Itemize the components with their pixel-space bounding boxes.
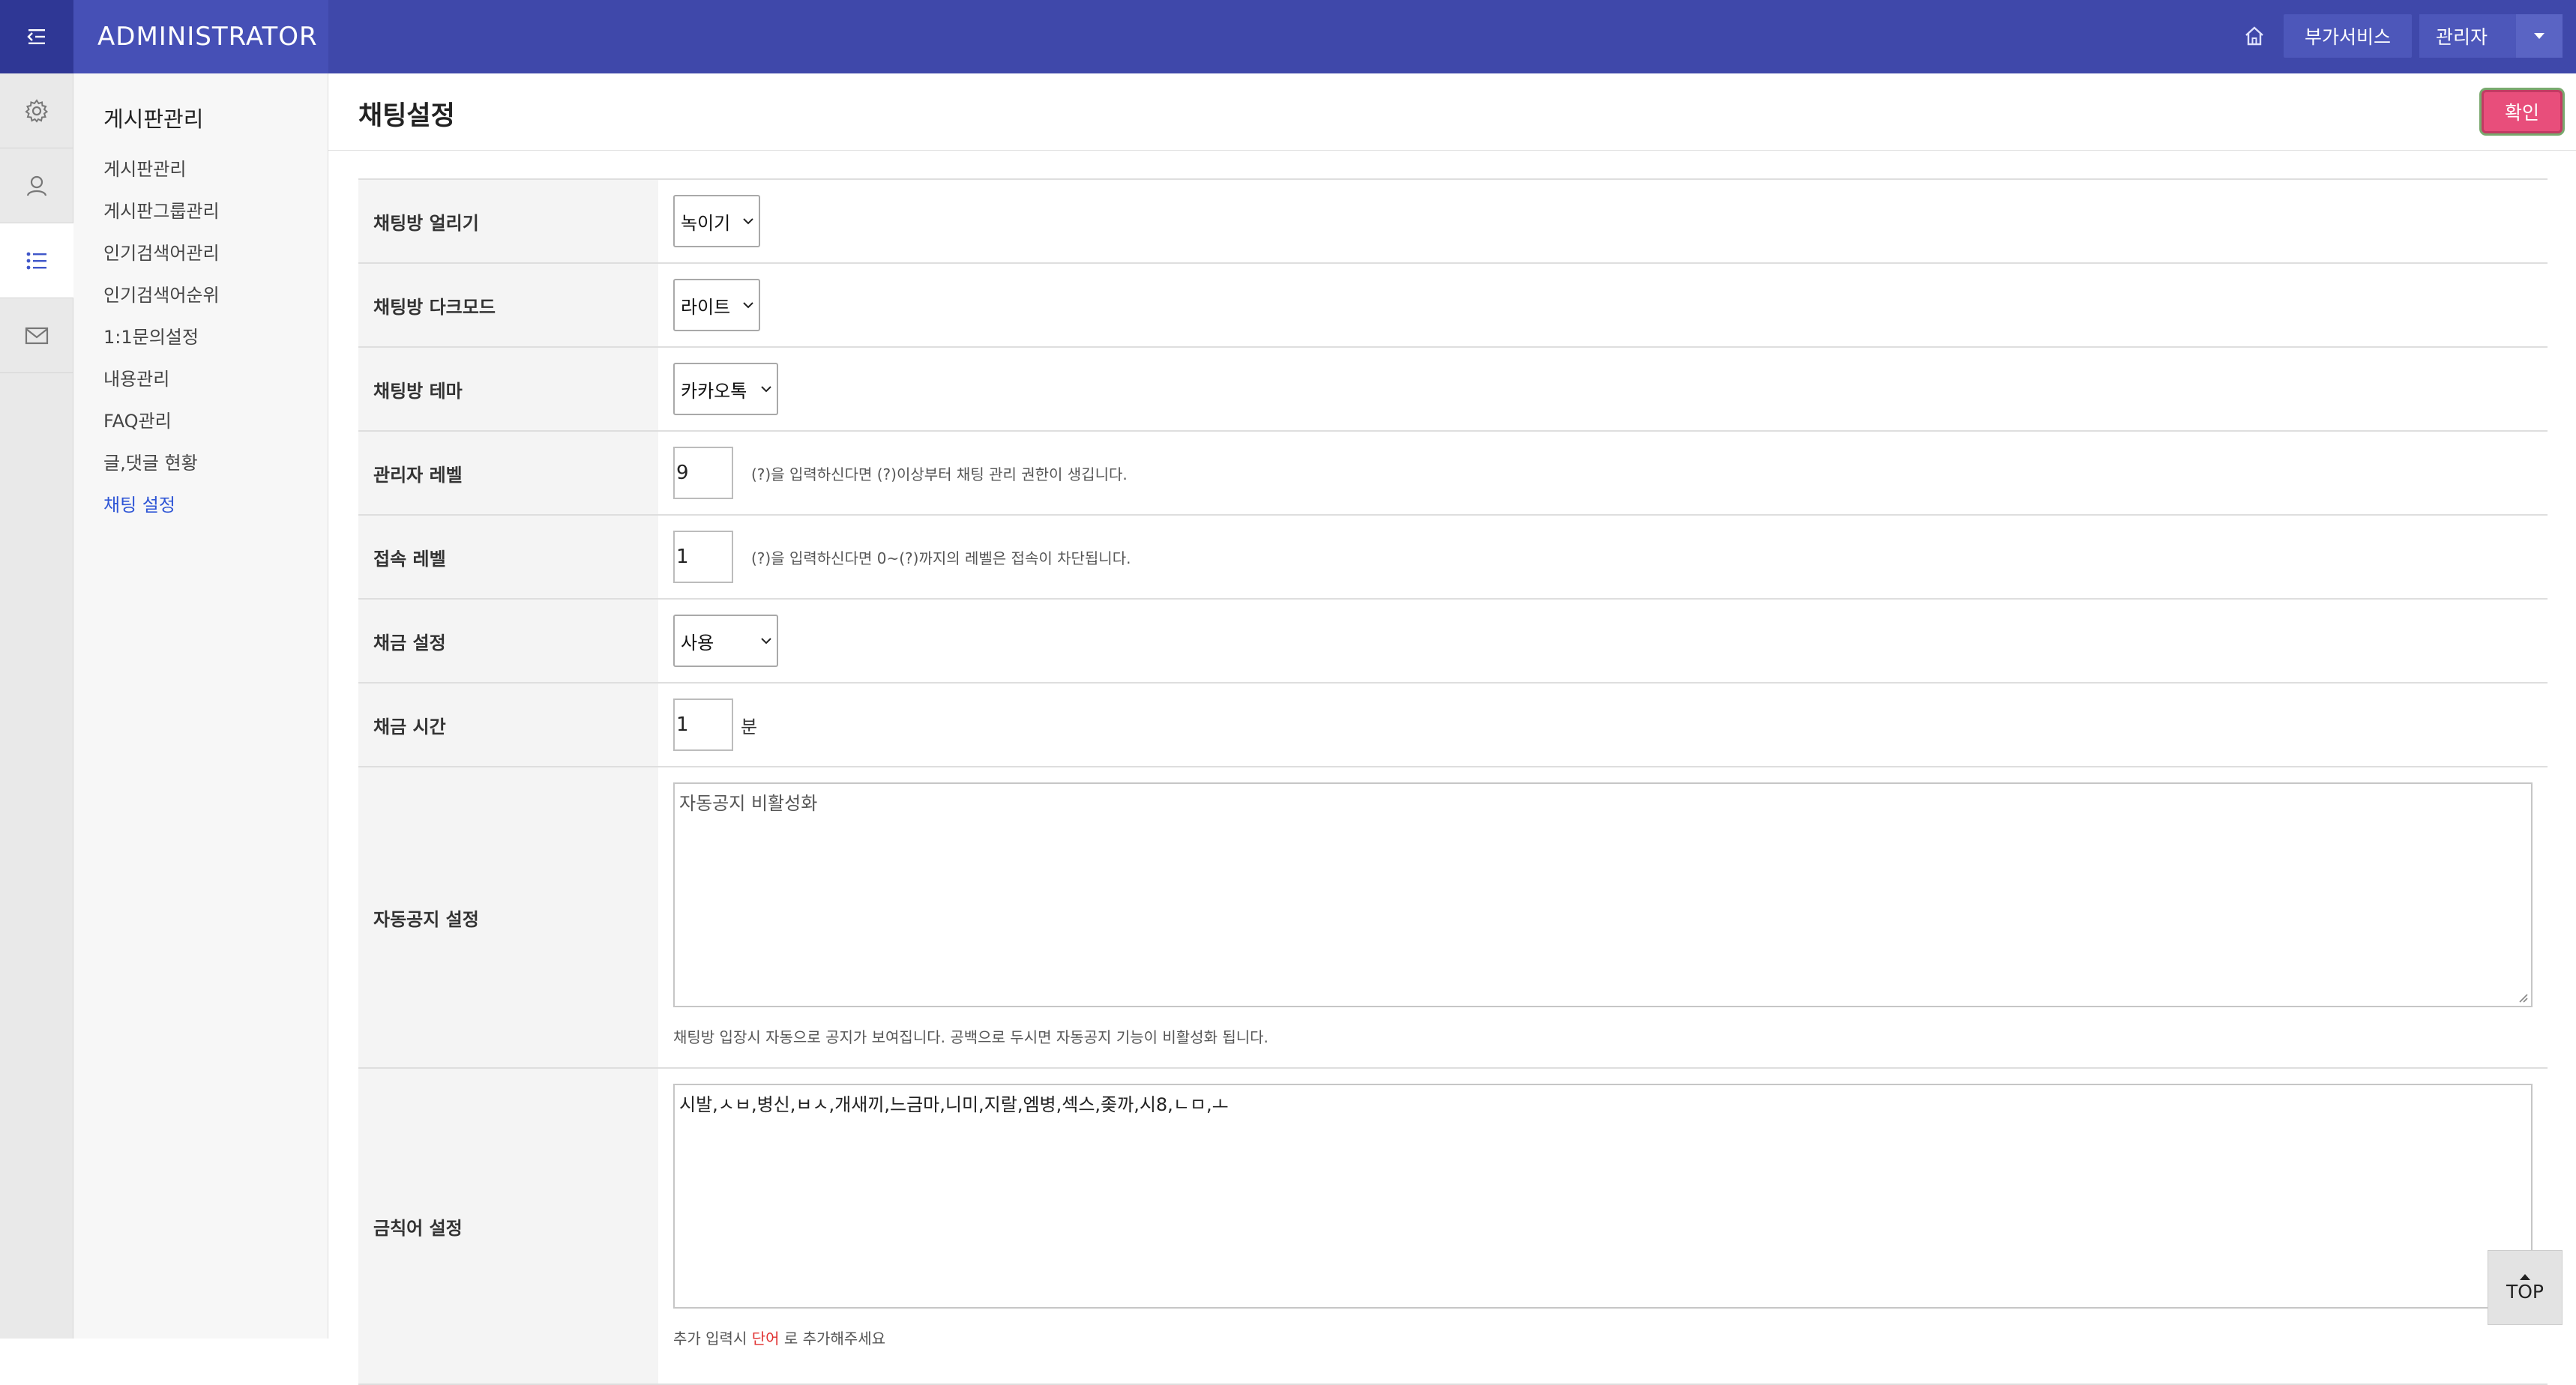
freeze-select-value: 녹이기: [681, 212, 731, 234]
row-theme: 채팅방 테마 카카오톡: [358, 348, 2548, 432]
badword-note-post: 로 추가해주세요: [783, 1330, 886, 1348]
addon-service-button[interactable]: 부가서비스: [2283, 14, 2412, 58]
badword-note-emphasis: 단어: [751, 1330, 780, 1348]
caret-down-icon: [2534, 33, 2545, 39]
dark-mode-select[interactable]: 라이트: [673, 279, 760, 331]
theme-select[interactable]: 카카오톡: [673, 363, 778, 415]
rail-item-members[interactable]: [0, 148, 73, 223]
row-ban-time: 채금 시간 1 분: [358, 684, 2548, 767]
menu-toggle-button[interactable]: [0, 0, 73, 73]
ban-setting-select[interactable]: 사용: [673, 615, 778, 667]
ban-time-unit: 분: [741, 716, 758, 737]
home-button[interactable]: [2233, 14, 2276, 58]
submenu-item-board[interactable]: 게시판관리: [103, 148, 328, 190]
top-right-controls: 부가서비스 관리자: [2233, 13, 2563, 58]
auto-notice-note: 채팅방 입장시 자동으로 공지가 보여집니다. 공백으로 두시면 자동공지 기능…: [673, 1028, 1269, 1046]
main-content: 채팅설정 확인 채팅방 얼리기 녹이기 채팅방 다크모드 라이트 채팅방 테마 …: [328, 73, 2576, 1385]
row-auto-notice: 자동공지 설정 자동공지 비활성화 채팅방 입장시 자동으로 공지가 보여집니다…: [358, 767, 2548, 1069]
mail-icon: [25, 327, 49, 344]
label-badword: 금칙어 설정: [358, 1069, 658, 1384]
label-ban-time: 채금 시간: [358, 684, 658, 766]
label-access-level: 접속 레벨: [358, 516, 658, 598]
badword-note: 추가 입력시 단어 로 추가해주세요: [673, 1327, 2533, 1348]
user-icon: [26, 175, 47, 196]
auto-notice-text: 자동공지 비활성화: [679, 793, 818, 814]
row-badword: 금칙어 설정 시발,ㅅㅂ,병신,ㅂㅅ,개새끼,느금마,니미,지랄,엠병,섹스,좆…: [358, 1069, 2548, 1385]
chevron-down-icon: [761, 638, 771, 645]
chevron-down-icon: [743, 218, 753, 225]
submenu-item-chat-settings[interactable]: 채팅 설정: [103, 484, 328, 526]
top-bar: ADMINISTRATOR 부가서비스 관리자: [0, 0, 2576, 73]
rail-item-mail[interactable]: [0, 298, 73, 373]
scroll-top-label: TOP: [2506, 1280, 2545, 1303]
icon-rail: [0, 73, 73, 1339]
home-icon: [2245, 26, 2263, 46]
access-level-input[interactable]: 1: [673, 531, 733, 583]
badword-textarea[interactable]: 시발,ㅅㅂ,병신,ㅂㅅ,개새끼,느금마,니미,지랄,엠병,섹스,좆까,시8,ㄴㅁ…: [673, 1084, 2533, 1309]
row-dark-mode: 채팅방 다크모드 라이트: [358, 264, 2548, 348]
row-access-level: 접속 레벨 1 (?)을 입력하신다면 0~(?)까지의 레벨은 접속이 차단됩…: [358, 516, 2548, 600]
menu-collapse-icon: [27, 29, 45, 44]
row-freeze: 채팅방 얼리기 녹이기: [358, 180, 2548, 264]
page-title: 채팅설정: [358, 101, 455, 131]
gear-icon: [25, 98, 49, 123]
badword-text: 시발,ㅅㅂ,병신,ㅂㅅ,개새끼,느금마,니미,지랄,엠병,섹스,좆까,시8,ㄴㅁ…: [679, 1094, 1229, 1115]
chevron-down-icon: [761, 386, 771, 393]
label-dark-mode: 채팅방 다크모드: [358, 264, 658, 346]
auto-notice-textarea[interactable]: 자동공지 비활성화: [673, 782, 2533, 1007]
submenu-item-popular-keywords[interactable]: 인기검색어관리: [103, 232, 328, 274]
brand-title: ADMINISTRATOR: [73, 0, 328, 73]
admin-dropdown[interactable]: 관리자: [2419, 14, 2563, 58]
freeze-select[interactable]: 녹이기: [673, 195, 760, 247]
chat-settings-form: 채팅방 얼리기 녹이기 채팅방 다크모드 라이트 채팅방 테마 카카오톡 관리자…: [358, 178, 2548, 1385]
label-theme: 채팅방 테마: [358, 348, 658, 430]
label-auto-notice: 자동공지 설정: [358, 767, 658, 1067]
submenu-title: 게시판관리: [103, 106, 204, 132]
arrow-up-icon: [2520, 1273, 2530, 1280]
row-ban-setting: 채금 설정 사용: [358, 600, 2548, 684]
resize-grip-icon[interactable]: [2518, 992, 2528, 1003]
row-admin-level: 관리자 레벨 9 (?)을 입력하신다면 (?)이상부터 채팅 관리 권한이 생…: [358, 432, 2548, 516]
admin-caret-button[interactable]: [2516, 14, 2563, 58]
rail-item-board[interactable]: [0, 223, 73, 298]
chevron-down-icon: [743, 302, 753, 309]
sub-menu: 게시판관리 게시판관리 게시판그룹관리 인기검색어관리 인기검색어순위 1:1문…: [73, 73, 328, 1339]
badword-note-pre: 추가 입력시: [673, 1330, 747, 1348]
ban-setting-select-value: 사용: [681, 632, 714, 654]
submenu-item-post-stats[interactable]: 글,댓글 현황: [103, 442, 328, 484]
theme-select-value: 카카오톡: [681, 380, 747, 402]
submenu-item-inquiry-settings[interactable]: 1:1문의설정: [103, 316, 328, 358]
submenu-item-keyword-ranking[interactable]: 인기검색어순위: [103, 274, 328, 316]
submenu-item-content[interactable]: 내용관리: [103, 358, 328, 400]
label-ban-setting: 채금 설정: [358, 600, 658, 682]
admin-level-input[interactable]: 9: [673, 447, 733, 499]
list-icon: [26, 252, 46, 269]
admin-level-hint: (?)을 입력하신다면 (?)이상부터 채팅 관리 권한이 생깁니다.: [751, 465, 1128, 483]
confirm-button[interactable]: 확인: [2482, 90, 2563, 133]
submenu-item-faq[interactable]: FAQ관리: [103, 400, 328, 442]
admin-label: 관리자: [2419, 14, 2516, 58]
access-level-hint: (?)을 입력하신다면 0~(?)까지의 레벨은 접속이 차단됩니다.: [751, 549, 1131, 567]
submenu-item-board-group[interactable]: 게시판그룹관리: [103, 190, 328, 232]
label-freeze: 채팅방 얼리기: [358, 180, 658, 262]
ban-time-input[interactable]: 1: [673, 698, 733, 751]
page-header: 채팅설정 확인: [328, 73, 2576, 151]
dark-mode-select-value: 라이트: [681, 296, 731, 318]
scroll-top-button[interactable]: TOP: [2488, 1250, 2563, 1325]
label-admin-level: 관리자 레벨: [358, 432, 658, 514]
rail-item-settings[interactable]: [0, 73, 73, 148]
